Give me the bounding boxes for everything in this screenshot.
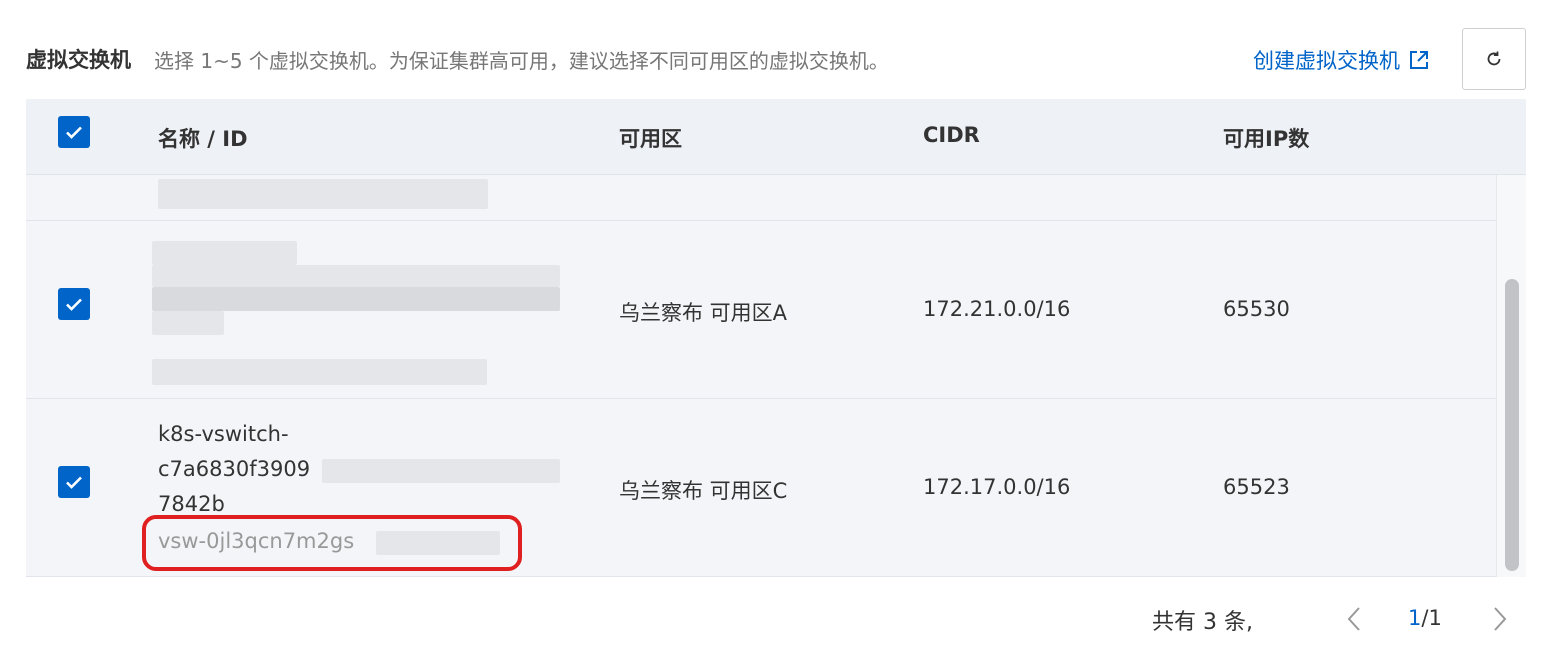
redacted-text: [152, 241, 297, 265]
refresh-button[interactable]: [1462, 28, 1526, 90]
redacted-text: [322, 459, 560, 483]
table-header: 名称 / ID 可用区 CIDR 可用IP数: [26, 99, 1526, 175]
total-pages: /1: [1421, 606, 1442, 630]
checkmark-icon: [66, 476, 82, 489]
vswitch-section-header: 虚拟交换机 选择 1~5 个虚拟交换机。为保证集群高可用，建议选择不同可用区的虚…: [26, 28, 1526, 90]
prev-page-button[interactable]: [1340, 602, 1368, 636]
next-page-button[interactable]: [1486, 602, 1514, 636]
redacted-text: [158, 179, 488, 209]
available-ips-cell: 65530: [1223, 297, 1290, 321]
refresh-icon: [1487, 51, 1501, 66]
chevron-left-icon: [1347, 607, 1360, 631]
redacted-text: [152, 287, 560, 311]
table-row[interactable]: 乌兰察布 可用区A 172.21.0.0/16 65530: [26, 221, 1496, 399]
available-ips-cell: 65523: [1223, 475, 1290, 499]
page-indicator: 1/1: [1408, 606, 1442, 630]
table-row[interactable]: [26, 175, 1496, 221]
vswitch-name-line: k8s-vswitch-: [158, 422, 289, 446]
column-header-available-ips[interactable]: 可用IP数: [1223, 123, 1309, 153]
total-count: 共有 3 条,: [1152, 610, 1253, 635]
vswitch-name-line: c7a6830f3909: [158, 457, 311, 481]
section-description: 选择 1~5 个虚拟交换机。为保证集群高可用，建议选择不同可用区的虚拟交换机。: [154, 49, 889, 73]
column-header-cidr[interactable]: CIDR: [923, 123, 980, 147]
row-checkbox[interactable]: [58, 288, 90, 320]
redacted-text: [152, 265, 560, 287]
create-vswitch-link[interactable]: 创建虚拟交换机: [1253, 45, 1430, 75]
select-all-checkbox[interactable]: [58, 116, 90, 148]
current-page: 1: [1408, 606, 1422, 630]
zone-cell: 乌兰察布 可用区C: [619, 479, 788, 503]
checkmark-icon: [66, 298, 82, 311]
id-highlight-box: [142, 515, 522, 571]
column-header-name[interactable]: 名称 / ID: [158, 123, 248, 153]
table-scrollbar[interactable]: [1496, 175, 1526, 577]
zone-cell: 乌兰察布 可用区A: [619, 301, 788, 325]
chevron-right-icon: [1494, 607, 1507, 631]
checkmark-icon: [66, 126, 82, 139]
scrollbar-thumb[interactable]: [1505, 279, 1519, 571]
vswitch-table: 名称 / ID 可用区 CIDR 可用IP数 乌兰察布 可用区A 172.21.…: [26, 99, 1526, 577]
external-link-icon: [1410, 51, 1428, 69]
table-footer: 共有 3 条, 1/1: [0, 590, 1556, 650]
row-checkbox[interactable]: [58, 466, 90, 498]
create-vswitch-label: 创建虚拟交换机: [1253, 49, 1400, 73]
cidr-cell: 172.17.0.0/16: [923, 475, 1071, 499]
redacted-text: [152, 359, 487, 385]
redacted-text: [152, 311, 224, 335]
cidr-cell: 172.21.0.0/16: [923, 297, 1071, 321]
column-header-zone[interactable]: 可用区: [619, 123, 682, 153]
section-title: 虚拟交换机: [26, 48, 131, 72]
